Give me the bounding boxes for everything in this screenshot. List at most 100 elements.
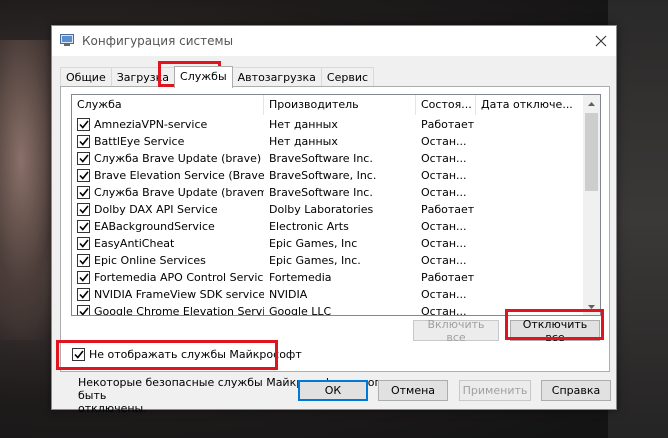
table-row[interactable]: Служба Brave Update (bravem) BraveSoftwar… xyxy=(72,184,585,201)
table-row[interactable]: Epic Online Services Epic Games, Inc. Оста… xyxy=(72,252,585,269)
window-title: Конфигурация системы xyxy=(82,34,234,48)
enable-all-button[interactable]: Включить все xyxy=(413,318,499,344)
column-date[interactable]: Дата отключе... xyxy=(476,95,585,115)
service-name: EABackgroundService xyxy=(94,220,215,233)
status-cell: Остан... xyxy=(421,169,467,182)
service-name: NVIDIA FrameView SDK service xyxy=(94,288,264,301)
vendor-cell: Electronic Arts xyxy=(269,220,349,233)
service-checkbox[interactable] xyxy=(77,118,90,131)
table-row[interactable]: AmneziaVPN-service Нет данных Работает xyxy=(72,116,585,133)
service-checkbox[interactable] xyxy=(77,254,90,267)
title-bar: Конфигурация системы xyxy=(52,26,616,56)
service-checkbox[interactable] xyxy=(77,203,90,216)
service-name: Служба Brave Update (bravem) xyxy=(94,186,264,199)
service-name: Google Chrome Elevation Servic... xyxy=(94,305,264,316)
checkmark-icon xyxy=(78,222,89,231)
tab-services[interactable]: Службы xyxy=(174,66,233,88)
checkmark-icon xyxy=(73,350,84,359)
table-row[interactable]: Служба Brave Update (brave) BraveSoftware… xyxy=(72,150,585,167)
help-button[interactable]: Справка xyxy=(541,380,611,401)
checkmark-icon xyxy=(78,137,89,146)
checkmark-icon xyxy=(78,188,89,197)
service-name: BattlEye Service xyxy=(94,135,185,148)
status-cell: Работает xyxy=(421,203,475,216)
service-cell: Служба Brave Update (bravem) xyxy=(72,184,264,201)
vendor-cell: Нет данных xyxy=(269,135,338,148)
hide-microsoft-services-label: Не отображать службы Майкрософт xyxy=(89,348,302,361)
table-row[interactable]: Brave Elevation Service (BraveEl... Brave… xyxy=(72,167,585,184)
cancel-button[interactable]: Отмена xyxy=(378,380,448,401)
services-panel: Служба Производитель Состоя... Дата откл… xyxy=(60,86,610,415)
status-cell: Остан... xyxy=(421,305,467,316)
tab-startup[interactable]: Автозагрузка xyxy=(231,67,322,87)
checkmark-icon xyxy=(78,171,89,180)
tab-boot[interactable]: Загрузка xyxy=(110,67,176,87)
close-icon xyxy=(595,35,607,47)
close-button[interactable] xyxy=(586,26,616,56)
checkmark-icon xyxy=(78,273,89,282)
service-name: EasyAntiCheat xyxy=(94,237,175,250)
scroll-up-icon[interactable] xyxy=(583,95,600,112)
service-checkbox[interactable] xyxy=(77,271,90,284)
service-name: Epic Online Services xyxy=(94,254,206,267)
scrollbar-thumb[interactable] xyxy=(585,113,598,191)
service-name: AmneziaVPN-service xyxy=(94,118,208,131)
apply-button[interactable]: Применить xyxy=(459,380,531,401)
table-row[interactable]: NVIDIA FrameView SDK service NVIDIA Остан.… xyxy=(72,286,585,303)
vendor-cell: BraveSoftware Inc. xyxy=(269,152,373,165)
service-name: Dolby DAX API Service xyxy=(94,203,218,216)
checkmark-icon xyxy=(78,256,89,265)
service-checkbox[interactable] xyxy=(77,169,90,182)
service-checkbox[interactable] xyxy=(77,237,90,250)
service-name: Brave Elevation Service (BraveEl... xyxy=(94,169,264,182)
status-cell: Работает xyxy=(421,271,475,284)
table-row[interactable]: Google Chrome Elevation Servic... Google … xyxy=(72,303,585,316)
service-cell: Brave Elevation Service (BraveEl... xyxy=(72,167,264,184)
table-header: Служба Производитель Состоя... Дата откл… xyxy=(72,95,585,115)
service-name: Fortemedia APO Control Service xyxy=(94,271,264,284)
hide-microsoft-services-option[interactable]: Не отображать службы Майкрософт xyxy=(72,348,302,361)
tab-general[interactable]: Общие xyxy=(60,67,112,87)
vertical-scrollbar[interactable] xyxy=(583,95,600,315)
status-cell: Остан... xyxy=(421,254,467,267)
status-cell: Остан... xyxy=(421,237,467,250)
hide-microsoft-services-checkbox[interactable] xyxy=(72,348,85,361)
vendor-cell: Dolby Laboratories xyxy=(269,203,374,216)
vendor-cell: Fortemedia xyxy=(269,271,332,284)
service-cell: Fortemedia APO Control Service xyxy=(72,269,264,286)
tab-tools[interactable]: Сервис xyxy=(320,67,375,87)
table-row[interactable]: EABackgroundService Electronic Arts Остан.… xyxy=(72,218,585,235)
table-row[interactable]: Dolby DAX API Service Dolby Laboratories Р… xyxy=(72,201,585,218)
vendor-cell: Epic Games, Inc. xyxy=(269,254,361,267)
checkmark-icon xyxy=(78,120,89,129)
service-cell: Google Chrome Elevation Servic... xyxy=(72,303,264,316)
ok-button[interactable]: ОК xyxy=(298,380,368,401)
service-checkbox[interactable] xyxy=(77,135,90,148)
note-line-2: отключены. xyxy=(78,402,147,415)
service-checkbox[interactable] xyxy=(77,220,90,233)
scroll-down-icon[interactable] xyxy=(583,298,600,315)
vendor-cell: BraveSoftware, Inc. xyxy=(269,169,377,182)
vendor-cell: Нет данных xyxy=(269,118,338,131)
column-vendor[interactable]: Производитель xyxy=(264,95,416,115)
services-list[interactable]: Служба Производитель Состоя... Дата откл… xyxy=(71,94,601,316)
status-cell: Остан... xyxy=(421,288,467,301)
status-cell: Остан... xyxy=(421,186,467,199)
service-cell: EasyAntiCheat xyxy=(72,235,264,252)
status-cell: Работает xyxy=(421,118,475,131)
column-service[interactable]: Служба xyxy=(72,95,264,115)
service-checkbox[interactable] xyxy=(77,186,90,199)
service-checkbox[interactable] xyxy=(77,288,90,301)
service-cell: Epic Online Services xyxy=(72,252,264,269)
disable-all-button[interactable]: Отключить все xyxy=(510,318,600,344)
system-config-icon xyxy=(60,34,74,47)
table-row[interactable]: EasyAntiCheat Epic Games, Inc Остан... xyxy=(72,235,585,252)
vendor-cell: Google LLC xyxy=(269,305,332,316)
service-checkbox[interactable] xyxy=(77,305,90,315)
checkmark-icon xyxy=(78,290,89,299)
column-status[interactable]: Состоя... xyxy=(416,95,476,115)
status-cell: Остан... xyxy=(421,152,467,165)
table-row[interactable]: BattlEye Service Нет данных Остан... xyxy=(72,133,585,150)
table-row[interactable]: Fortemedia APO Control Service Fortemedia… xyxy=(72,269,585,286)
service-checkbox[interactable] xyxy=(77,152,90,165)
